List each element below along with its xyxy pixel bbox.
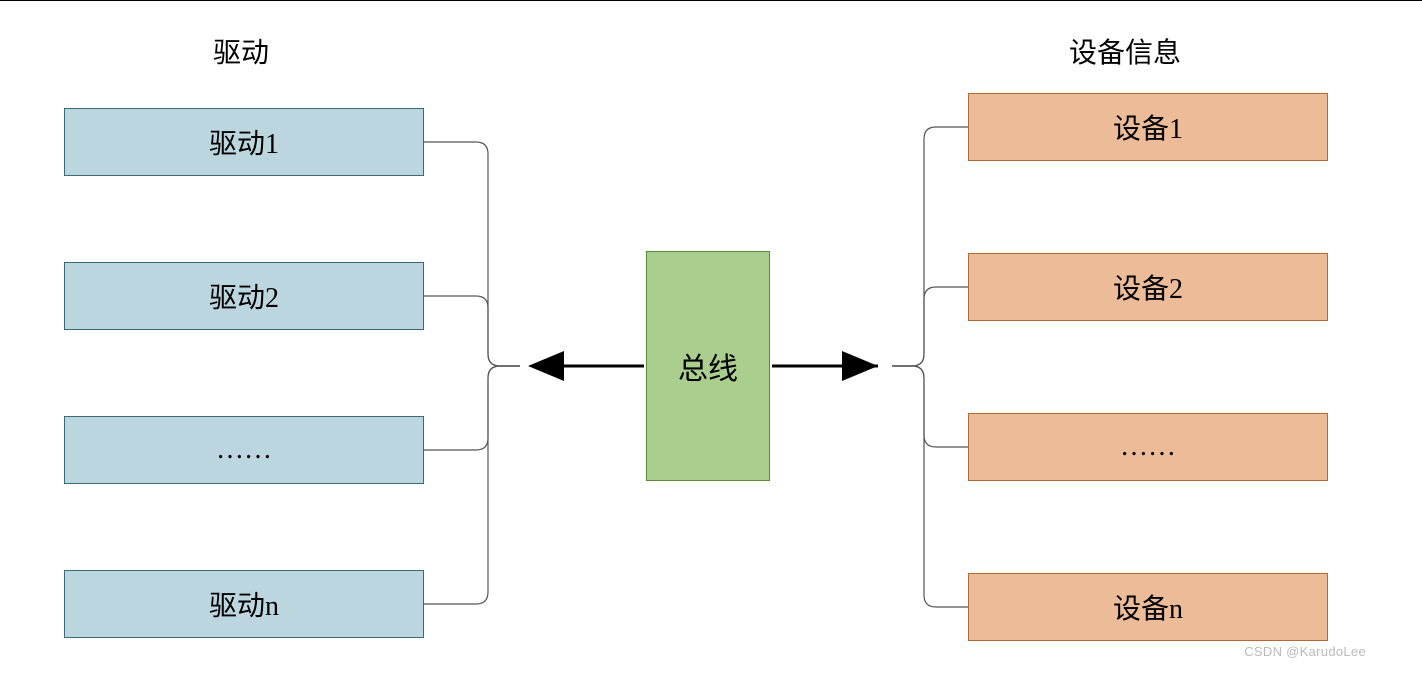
device-box-1: 设备1 xyxy=(968,93,1328,161)
device-box-ellipsis: …… xyxy=(968,413,1328,481)
right-connectors xyxy=(892,127,968,607)
device-label: 设备2 xyxy=(1113,267,1183,307)
driver-box-1: 驱动1 xyxy=(64,108,424,176)
driver-box-ellipsis: …… xyxy=(64,416,424,484)
device-label: 设备n xyxy=(1113,587,1183,627)
watermark: CSDN @KarudoLee xyxy=(1244,644,1366,659)
device-label: …… xyxy=(1120,431,1176,463)
left-column-header: 驱动 xyxy=(213,31,269,71)
driver-box-n: 驱动n xyxy=(64,570,424,638)
bus-label: 总线 xyxy=(678,344,738,388)
driver-label: 驱动n xyxy=(209,584,279,624)
driver-label: 驱动1 xyxy=(209,122,279,162)
right-column-header: 设备信息 xyxy=(1069,31,1181,71)
driver-box-2: 驱动2 xyxy=(64,262,424,330)
bus-box: 总线 xyxy=(646,251,770,481)
device-label: 设备1 xyxy=(1113,107,1183,147)
left-connectors xyxy=(424,142,520,604)
device-box-2: 设备2 xyxy=(968,253,1328,321)
driver-label: …… xyxy=(216,434,272,466)
device-box-n: 设备n xyxy=(968,573,1328,641)
driver-label: 驱动2 xyxy=(209,276,279,316)
